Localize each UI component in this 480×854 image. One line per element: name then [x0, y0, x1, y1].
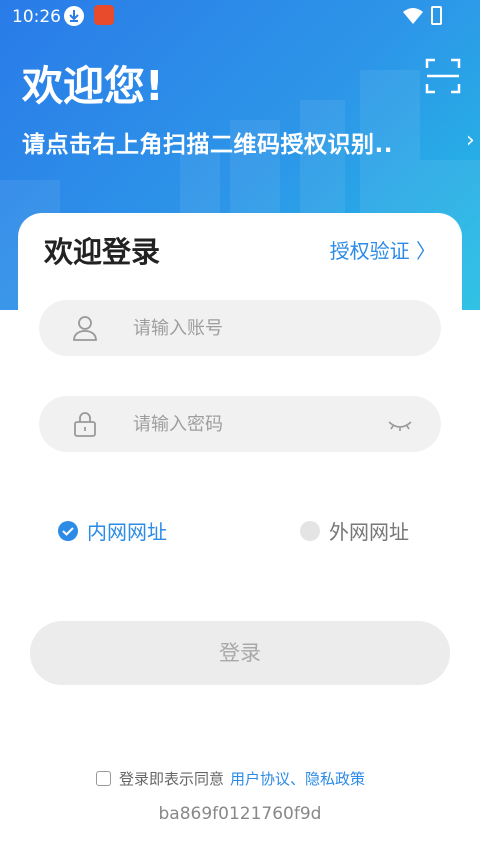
extranet-label: 外网网址	[329, 520, 409, 544]
status-time: 10:26	[12, 7, 61, 27]
device-id: ba869f0121760f9d	[158, 804, 322, 824]
lock-icon	[71, 410, 99, 438]
download-icon	[64, 6, 84, 26]
password-field[interactable]	[39, 396, 441, 452]
login-button[interactable]: 登录	[30, 621, 450, 685]
scan-instruction[interactable]: 请点击右上角扫描二维码授权识别..	[22, 125, 393, 159]
unchecked-radio-icon	[300, 520, 320, 541]
wifi-icon	[402, 7, 424, 25]
login-title: 欢迎登录	[44, 235, 161, 269]
checked-radio-icon	[58, 520, 78, 541]
auth-verify-link[interactable]: 授权验证 〉	[330, 235, 436, 264]
app-notification-icon	[94, 5, 114, 25]
agreement-row: 登录即表示同意 用户协议、隐私政策	[96, 768, 365, 789]
agreement-text: 登录即表示同意	[119, 770, 225, 788]
password-input[interactable]	[133, 396, 373, 452]
agreement-checkbox[interactable]	[96, 771, 111, 786]
battery-icon	[431, 6, 442, 25]
account-field[interactable]	[39, 300, 441, 356]
login-card: 欢迎登录 授权验证 〉 内网网址 外网网址 登录	[18, 213, 462, 854]
intranet-option[interactable]: 内网网址	[58, 516, 167, 545]
agreement-links[interactable]: 用户协议、隐私政策	[230, 768, 365, 789]
extranet-option[interactable]: 外网网址	[300, 516, 409, 545]
welcome-heading: 欢迎您!	[22, 62, 164, 110]
qr-scan-icon[interactable]	[425, 58, 461, 94]
status-bar: 10:26	[0, 0, 480, 34]
chevron-right-icon[interactable]: ›	[466, 128, 475, 153]
user-icon	[71, 314, 99, 342]
account-input[interactable]	[133, 300, 373, 356]
intranet-label: 内网网址	[87, 520, 167, 544]
eye-closed-icon[interactable]	[387, 414, 413, 434]
